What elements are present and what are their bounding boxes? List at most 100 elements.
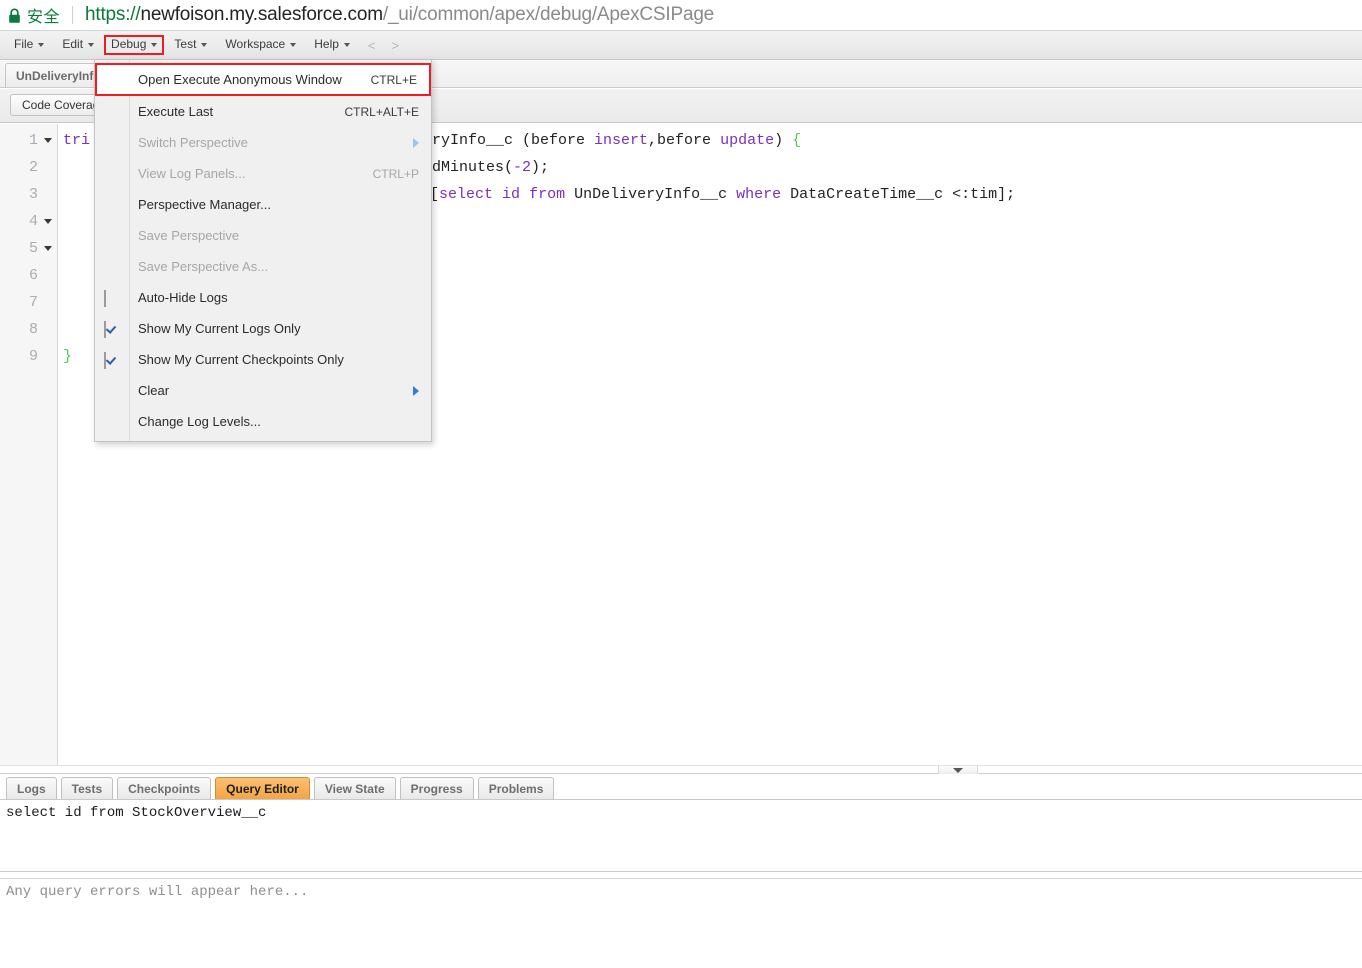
menu-workspace[interactable]: Workspace — [217, 34, 304, 56]
checkbox-show-my-current-checkpoints-only[interactable] — [104, 351, 118, 369]
menu-item-save-perspective-as: Save Perspective As... — [95, 251, 431, 282]
submenu-arrow-icon — [413, 137, 419, 148]
tab-label: Tests — [71, 781, 103, 796]
menu-item-shortcut: CTRL+ALT+E — [344, 104, 419, 119]
gutter-line-6[interactable]: 6 — [0, 262, 58, 289]
code-line-1-tail[interactable]: ryInfo__c (before insert ,before update) … — [432, 127, 801, 154]
line-number-gutter: 1 2 3 4 5 6 7 8 9 — [0, 124, 58, 765]
menu-item-auto-hide-logs[interactable]: Auto-Hide Logs — [95, 282, 431, 313]
gutter-line-9[interactable]: 9 — [0, 343, 58, 370]
checkbox-auto-hide-logs[interactable] — [104, 289, 118, 307]
checkbox-icon — [104, 289, 106, 307]
menu-item-label: Auto-Hide Logs — [138, 290, 228, 305]
menu-item-show-my-current-logs-only[interactable]: Show My Current Logs Only — [95, 313, 431, 344]
menu-item-label: Perspective Manager... — [138, 197, 271, 212]
line-number: 5 — [28, 240, 38, 257]
menu-test[interactable]: Test — [166, 34, 215, 56]
bottom-tab-bar: Logs Tests Checkpoints Query Editor View… — [0, 774, 1362, 800]
splitter-collapse-handle[interactable] — [938, 766, 978, 774]
tab-label: Problems — [488, 781, 544, 796]
url-scheme: https:// — [85, 4, 141, 25]
code-line-1[interactable]: tri — [63, 127, 90, 154]
tab-view-state[interactable]: View State — [313, 777, 396, 799]
menu-debug-label: Debug — [111, 37, 147, 51]
fold-caret-icon[interactable] — [41, 219, 54, 224]
menu-help-label: Help — [314, 37, 339, 51]
nav-forward-icon[interactable]: > — [384, 38, 408, 53]
url-text[interactable]: https://newfoison.my.salesforce.com/_ui/… — [85, 4, 714, 26]
menu-edit-label: Edit — [62, 37, 84, 51]
gutter-line-2[interactable]: 2 — [0, 154, 58, 181]
url-path: /_ui/common/apex/debug/ApexCSIPage — [382, 4, 715, 25]
nav-back-icon[interactable]: < — [360, 38, 384, 53]
menu-item-label: Save Perspective As... — [138, 259, 269, 274]
code-brace-open: { — [792, 132, 802, 149]
tab-label: Query Editor — [226, 781, 299, 796]
code-keyword-select: select — [439, 186, 494, 203]
menu-item-label: View Log Panels... — [138, 166, 246, 181]
code-number: -2 — [513, 159, 532, 176]
code-line-9[interactable]: } — [63, 343, 72, 370]
code-keyword-where: where — [736, 186, 782, 203]
code-text: ( — [504, 159, 514, 176]
tab-logs[interactable]: Logs — [6, 777, 57, 799]
line-number: 1 — [28, 132, 38, 149]
menu-help[interactable]: Help — [306, 34, 358, 56]
chevron-down-icon — [953, 767, 963, 773]
gutter-line-5[interactable]: 5 — [0, 235, 58, 262]
query-error-output[interactable] — [0, 879, 1362, 963]
code-field-id: id — [502, 186, 521, 203]
gutter-line-3[interactable]: 3 — [0, 181, 58, 208]
gutter-line-4[interactable]: 4 — [0, 208, 58, 235]
line-number: 8 — [28, 321, 38, 338]
menu-item-show-my-current-checkpoints-only[interactable]: Show My Current Checkpoints Only — [95, 344, 431, 375]
query-input[interactable] — [0, 800, 1362, 871]
tab-label: Logs — [17, 781, 46, 796]
gutter-line-1[interactable]: 1 — [0, 127, 58, 154]
editor-tab-label: UnDeliveryInfo — [16, 68, 101, 83]
tab-problems[interactable]: Problems — [477, 777, 555, 799]
tab-progress[interactable]: Progress — [399, 777, 474, 799]
checkbox-show-my-current-logs-only[interactable] — [104, 320, 118, 338]
line-number: 7 — [28, 294, 38, 311]
tab-query-editor[interactable]: Query Editor — [215, 777, 310, 799]
menu-item-view-log-panels: View Log Panels... CTRL+P — [95, 158, 431, 189]
code-keyword-insert: insert — [594, 132, 649, 149]
gutter-line-8[interactable]: 8 — [0, 316, 58, 343]
menu-edit[interactable]: Edit — [54, 34, 102, 56]
menu-item-label: Execute Last — [138, 104, 214, 119]
checkbox-checked-icon — [104, 320, 106, 338]
menu-item-execute-last[interactable]: Execute Last CTRL+ALT+E — [95, 96, 431, 127]
menu-item-clear[interactable]: Clear — [95, 375, 431, 406]
debug-dropdown-menu[interactable]: Open Execute Anonymous Window CTRL+E Exe… — [94, 59, 432, 442]
menu-item-label: Show My Current Logs Only — [138, 321, 301, 336]
gutter-line-7[interactable]: 7 — [0, 289, 58, 316]
code-brace-close: } — [63, 348, 73, 365]
tab-label: Progress — [410, 781, 463, 796]
menu-item-switch-perspective: Switch Perspective — [95, 127, 431, 158]
lock-icon — [8, 8, 21, 23]
url-host: newfoison.my.salesforce.com — [140, 4, 383, 25]
menu-debug[interactable]: Debug — [104, 35, 165, 55]
menu-file[interactable]: File — [6, 34, 52, 56]
tab-checkpoints[interactable]: Checkpoints — [117, 777, 212, 799]
menu-item-open-execute-anonymous-window[interactable]: Open Execute Anonymous Window CTRL+E — [95, 63, 431, 96]
code-text: DataCreateTime__c <:tim]; — [781, 186, 1016, 203]
browser-url-bar[interactable]: 安全 https://newfoison.my.salesforce.com/_… — [0, 0, 1362, 31]
menu-item-shortcut: CTRL+E — [370, 72, 417, 87]
code-text: ryInfo__c (before — [432, 132, 595, 149]
query-error-container — [0, 878, 1362, 963]
menu-workspace-label: Workspace — [225, 37, 286, 51]
menu-item-change-log-levels[interactable]: Change Log Levels... — [95, 406, 431, 437]
tab-tests[interactable]: Tests — [60, 777, 114, 799]
fold-caret-icon[interactable] — [41, 138, 54, 143]
panel-splitter[interactable] — [0, 765, 1362, 774]
menu-item-label: Show My Current Checkpoints Only — [138, 352, 344, 367]
submenu-arrow-icon — [413, 385, 419, 396]
menu-item-perspective-manager[interactable]: Perspective Manager... — [95, 189, 431, 220]
code-line-2-tail[interactable]: dMinutes(-2); — [432, 154, 549, 181]
code-line-3-tail[interactable]: [select id from UnDeliveryInfo__c where … — [430, 181, 1015, 208]
fold-caret-icon[interactable] — [41, 246, 54, 251]
menu-item-label: Switch Perspective — [138, 135, 248, 150]
